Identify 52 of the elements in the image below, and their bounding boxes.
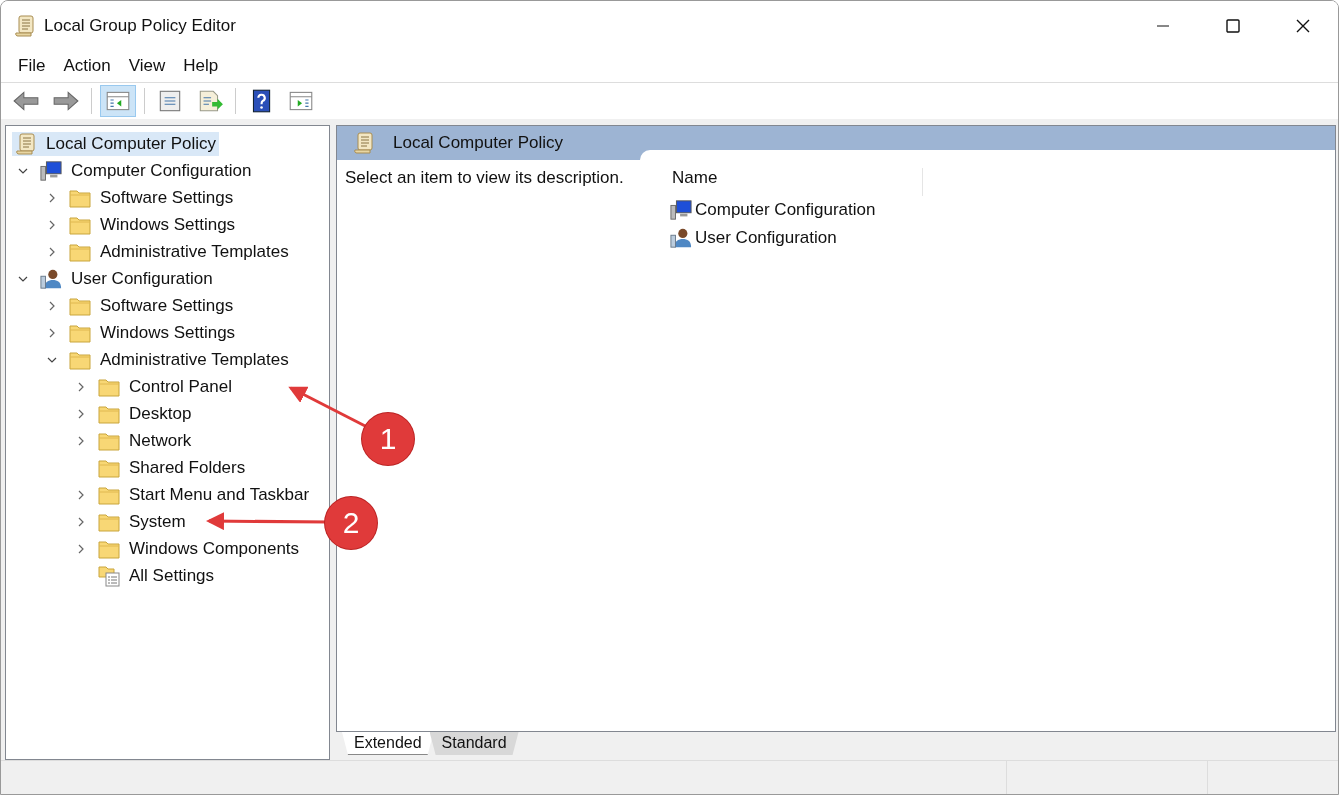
tree-item[interactable]: System bbox=[95, 509, 189, 534]
tree-item[interactable]: Software Settings bbox=[66, 293, 237, 318]
tree-item[interactable]: All Settings bbox=[95, 563, 218, 588]
chevron-right-icon[interactable] bbox=[47, 327, 57, 338]
menu-item[interactable]: View bbox=[119, 56, 175, 76]
scroll-icon bbox=[15, 132, 37, 155]
chevron-right-icon[interactable] bbox=[76, 516, 86, 527]
computer-icon bbox=[670, 199, 692, 221]
scroll-icon bbox=[353, 132, 375, 154]
list-item[interactable]: User Configuration bbox=[657, 224, 923, 252]
tree-item[interactable]: Computer Configuration bbox=[37, 158, 255, 183]
tree-item[interactable]: Software Settings bbox=[66, 185, 237, 210]
show-hide-tree-icon[interactable] bbox=[100, 85, 136, 117]
tree-item[interactable]: Network bbox=[95, 428, 195, 453]
list-item[interactable]: Computer Configuration bbox=[657, 196, 923, 224]
view-tab[interactable]: Extended bbox=[342, 732, 434, 755]
chevron-right-icon[interactable] bbox=[76, 543, 86, 554]
window-title: Local Group Policy Editor bbox=[44, 15, 236, 36]
tree-item[interactable]: Administrative Templates bbox=[66, 347, 292, 372]
tree-item[interactable]: Desktop bbox=[95, 401, 195, 426]
tree-item[interactable]: Start Menu and Taskbar bbox=[95, 482, 313, 507]
tree-item[interactable]: Windows Settings bbox=[66, 212, 239, 237]
chevron-right-icon[interactable] bbox=[76, 408, 86, 419]
settings-list-icon bbox=[98, 564, 120, 587]
close-icon bbox=[1295, 17, 1311, 34]
scroll-icon bbox=[14, 14, 36, 37]
chevron-right-icon[interactable] bbox=[47, 192, 57, 203]
user-icon bbox=[40, 267, 62, 290]
menu-item[interactable]: Help bbox=[174, 56, 228, 76]
pane-header: Local Computer Policy bbox=[337, 126, 1335, 160]
tree-item[interactable]: Control Panel bbox=[95, 374, 235, 399]
user-icon bbox=[670, 227, 692, 249]
minimize-icon bbox=[1156, 24, 1170, 27]
tree-item[interactable]: Shared Folders bbox=[95, 455, 249, 480]
tree-item[interactable]: Administrative Templates bbox=[66, 239, 292, 264]
chevron-right-icon[interactable] bbox=[76, 435, 86, 446]
tree-item[interactable]: Local Computer Policy bbox=[12, 131, 220, 156]
chevron-right-icon[interactable] bbox=[76, 381, 86, 392]
maximize-icon bbox=[1225, 17, 1241, 34]
column-header[interactable]: Name bbox=[657, 168, 923, 196]
tree-item[interactable]: Windows Settings bbox=[66, 320, 239, 345]
view-tab[interactable]: Standard bbox=[429, 732, 519, 755]
chevron-right-icon[interactable] bbox=[47, 246, 57, 257]
computer-icon bbox=[40, 159, 62, 182]
chevron-right-icon[interactable] bbox=[76, 489, 86, 500]
chevron-right-icon[interactable] bbox=[47, 219, 57, 230]
tree-item[interactable]: Windows Components bbox=[95, 536, 303, 561]
chevron-right-icon[interactable] bbox=[47, 300, 57, 311]
menu-item[interactable]: Action bbox=[54, 56, 120, 76]
tree-item[interactable]: User Configuration bbox=[37, 266, 216, 291]
description-text: Select an item to view its description. bbox=[344, 168, 625, 189]
menu-item[interactable]: File bbox=[9, 56, 55, 76]
